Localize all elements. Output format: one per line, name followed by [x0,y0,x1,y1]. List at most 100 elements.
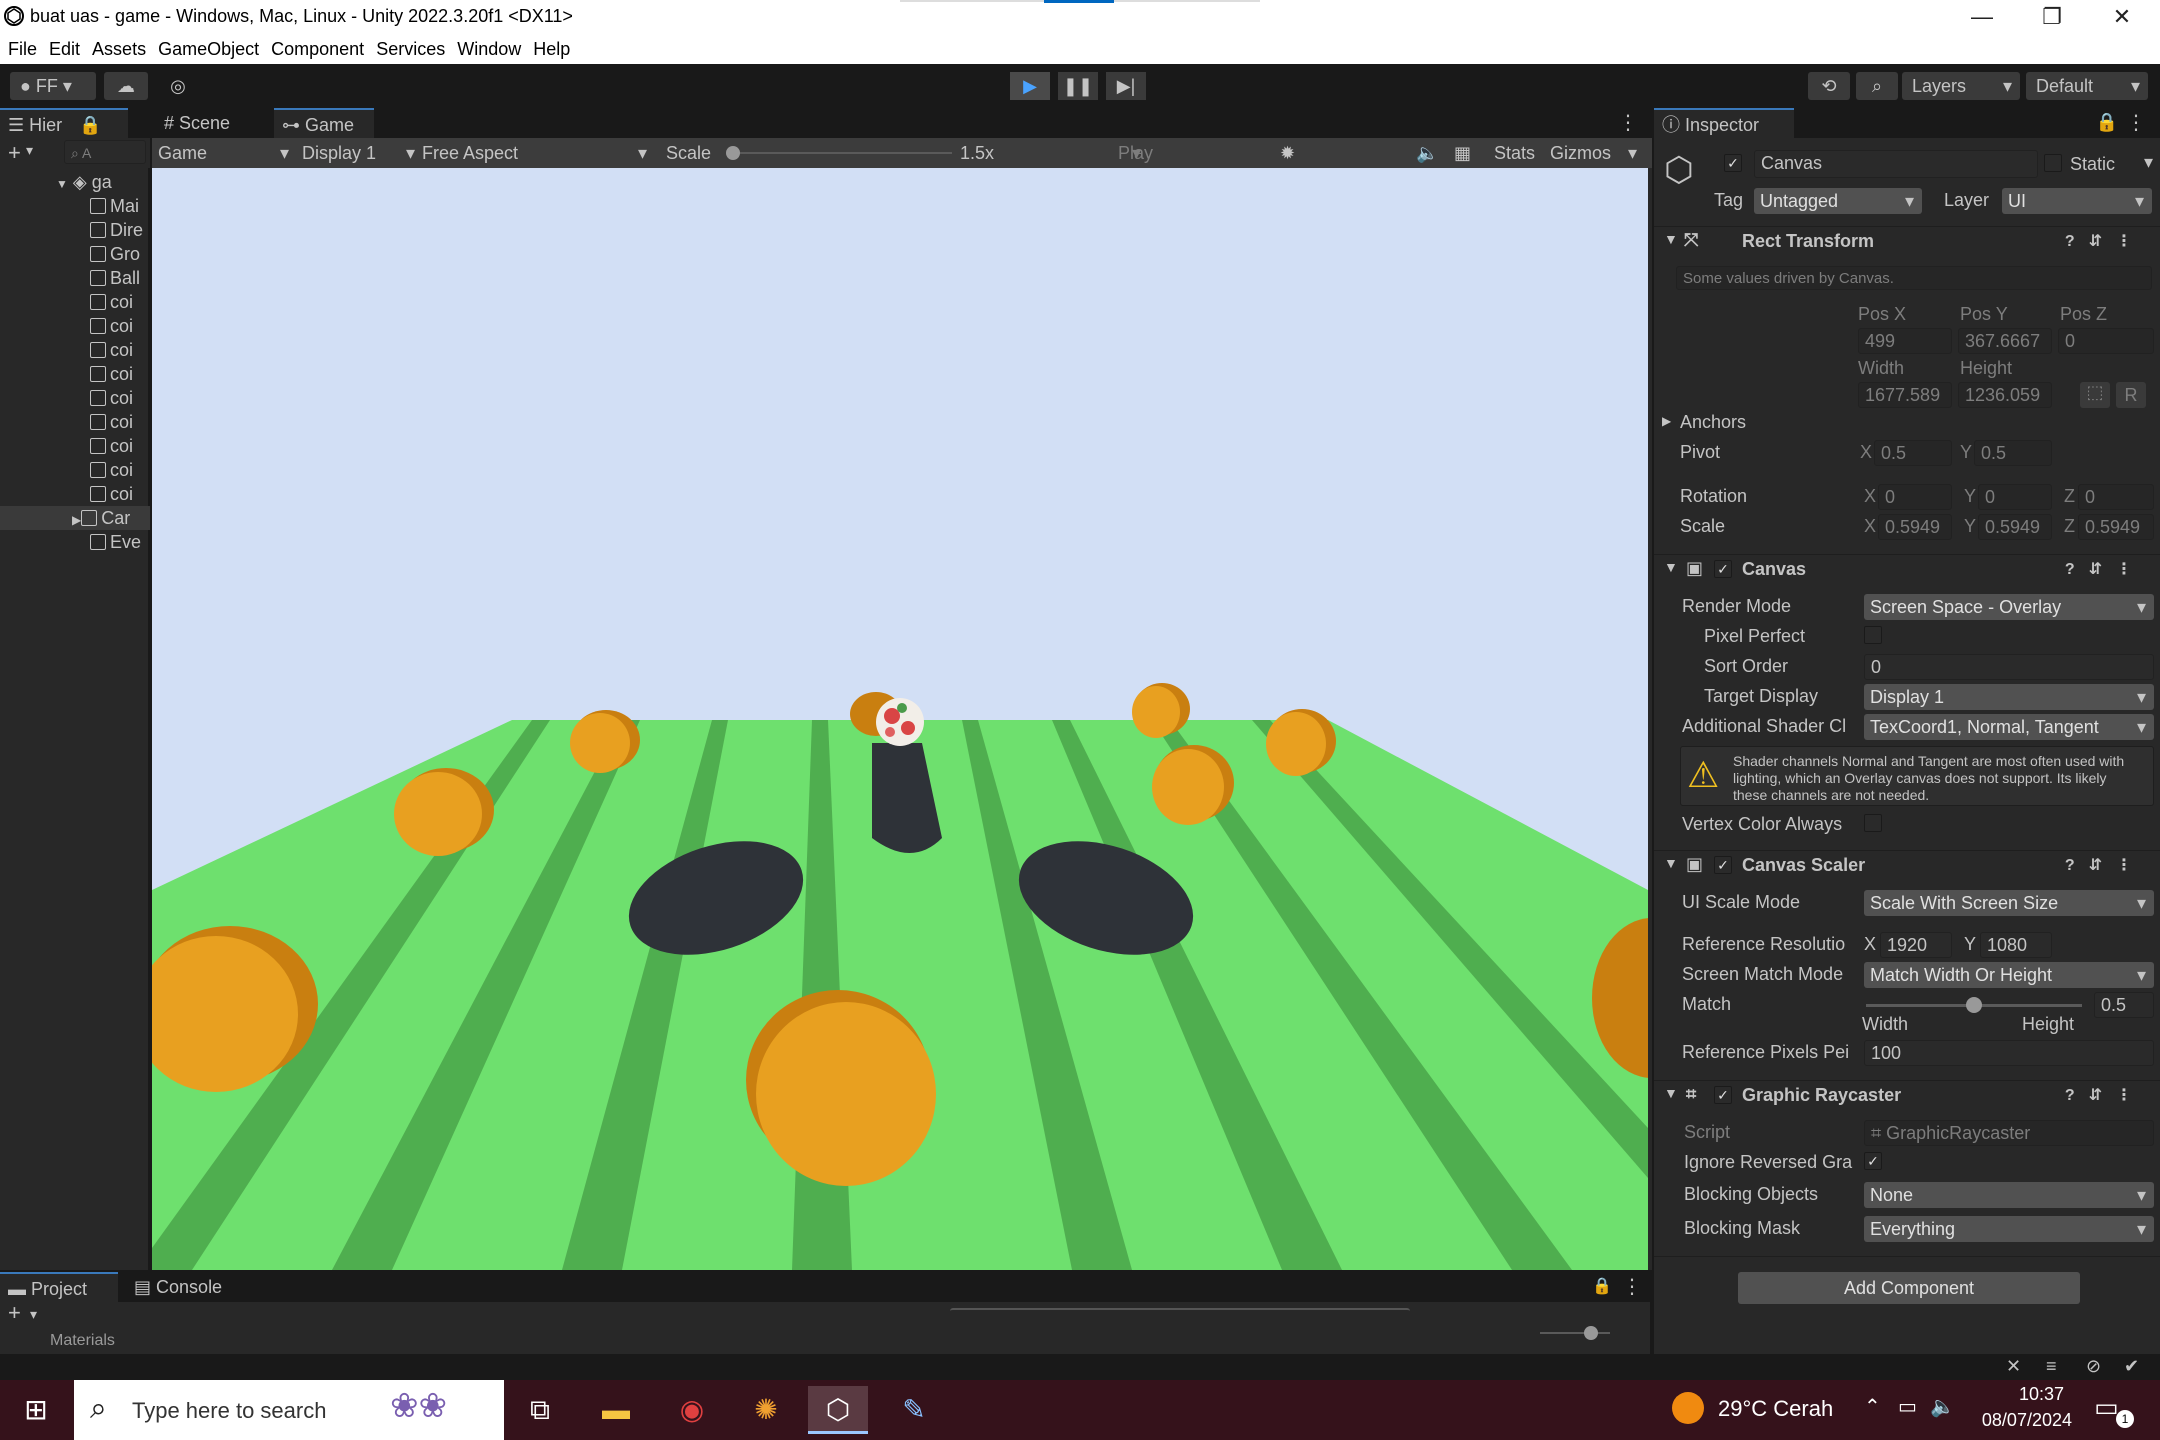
check-circle-icon[interactable]: ✔ [2124,1356,2139,1377]
lock-icon[interactable]: 🔒 [2096,112,2118,133]
step-button[interactable]: ▶| [1106,72,1146,100]
list-item[interactable]: Gro [90,244,150,265]
scale-slider-track[interactable] [732,152,952,154]
list-item[interactable]: coi [90,388,150,409]
kebab-menu-icon[interactable]: ⋮ [1618,110,1638,135]
reference-y-field[interactable]: 1080 [1980,932,2052,958]
network-icon[interactable]: ⊘ [2086,1356,2101,1377]
menu-file[interactable]: File [8,34,37,64]
list-item[interactable]: coi [90,484,150,505]
chevron-down-icon[interactable]: ▾ [1628,138,1637,168]
clock-time[interactable]: 10:37 [1964,1384,2064,1405]
layout-dropdown[interactable]: Default ▾ [2026,72,2148,100]
menu-gameobject[interactable]: GameObject [158,34,259,64]
collab-button[interactable]: ◎ [160,72,196,100]
reference-pixels-field[interactable]: 100 [1864,1040,2154,1066]
bug-icon[interactable]: ✹ [1280,138,1295,168]
minimize-button[interactable]: — [1950,0,2014,34]
audio-icon[interactable]: 🔈 [1416,138,1438,168]
kebab-menu-icon[interactable]: ⋮ [1622,1274,1642,1299]
vertex-color-checkbox[interactable] [1864,814,1882,832]
tab-hierarchy[interactable]: ☰ Hier 🔒 [0,108,128,138]
pos-x-field[interactable]: 499 [1858,328,1952,354]
canvas-enabled-checkbox[interactable]: ✓ [1714,560,1732,578]
paint-button[interactable]: ✎ [884,1386,944,1434]
notification-icon[interactable]: ▭ [2094,1392,2119,1423]
list-item[interactable]: Ball [90,268,150,289]
list-item[interactable]: coi [90,292,150,313]
height-field[interactable]: 1236.059 [1958,382,2052,408]
script-field[interactable]: ⌗ GraphicRaycaster [1864,1120,2154,1146]
game-viewport[interactable] [152,168,1648,1270]
ui-scale-mode-dropdown[interactable]: Scale With Screen Size [1864,890,2154,916]
list-item[interactable]: coi [90,460,150,481]
ignore-reversed-checkbox[interactable]: ✓ [1864,1152,1882,1170]
pos-z-field[interactable]: 0 [2058,328,2154,354]
play-button[interactable]: ▶ [1010,72,1050,100]
weather-text[interactable]: 29°C Cerah [1718,1396,1833,1422]
scale-slider-handle[interactable] [726,146,740,160]
add-button[interactable]: + [8,1300,21,1326]
project-search-input[interactable] [950,1308,1410,1314]
menu-component[interactable]: Component [271,34,364,64]
component-header-icons[interactable]: ?⇵⋮ [2065,855,2146,875]
component-header-icons[interactable]: ?⇵⋮ [2065,231,2146,251]
tab-console[interactable]: ▤ Console [126,1272,246,1302]
pixel-perfect-checkbox[interactable] [1864,626,1882,644]
list-item-selected[interactable]: ▶ Car [72,508,150,529]
scale-y-field[interactable]: 0.5949 [1978,514,2052,540]
component-header-icons[interactable]: ?⇵⋮ [2065,1085,2146,1105]
windows-start-button[interactable]: ⊞ [6,1386,66,1434]
icon-size-slider[interactable] [1540,1332,1610,1334]
anchors-foldout[interactable]: Anchors [1680,412,1746,433]
layer-dropdown[interactable]: UI [2002,188,2152,214]
scale-x-field[interactable]: 0.5949 [1878,514,1952,540]
list-item[interactable]: coi [90,364,150,385]
task-view-button[interactable]: ⧉ [510,1386,570,1434]
list-item[interactable]: coi [90,412,150,433]
volume-icon[interactable]: 🔈 [1930,1394,1955,1419]
sort-order-field[interactable]: 0 [1864,654,2154,680]
menu-assets[interactable]: Assets [92,34,146,64]
tab-game[interactable]: ⊶ Game [274,108,374,138]
raw-edit-button[interactable]: R [2116,382,2146,408]
render-mode-dropdown[interactable]: Screen Space - Overlay [1864,594,2154,620]
clock-date[interactable]: 08/07/2024 [1964,1410,2072,1431]
kebab-menu-icon[interactable]: ⋮ [2126,110,2146,135]
pivot-x-field[interactable]: 0.5 [1874,440,1952,466]
grid-icon[interactable]: ▦ [1454,138,1471,168]
chevron-up-icon[interactable]: ⌃ [1864,1394,1881,1419]
tag-dropdown[interactable]: Untagged [1754,188,1922,214]
active-checkbox[interactable]: ✓ [1724,154,1742,172]
pivot-y-field[interactable]: 0.5 [1974,440,2052,466]
raycaster-enabled-checkbox[interactable]: ✓ [1714,1086,1732,1104]
shader-channels-dropdown[interactable]: TexCoord1, Normal, Tangent [1864,714,2154,740]
lock-icon[interactable]: 🔒 [1592,1276,1612,1296]
rotation-x-field[interactable]: 0 [1878,484,1952,510]
foldout-arrow-icon[interactable]: ▶ [1662,414,1671,428]
menu-edit[interactable]: Edit [49,34,80,64]
add-button[interactable]: + [8,140,21,166]
layers-dropdown[interactable]: Layers ▾ [1902,72,2020,100]
file-explorer-button[interactable]: ▬ [586,1386,646,1434]
list-item[interactable]: coi [90,316,150,337]
screen-match-mode-dropdown[interactable]: Match Width Or Height [1864,962,2154,988]
taskbar-search-box[interactable]: ⌕ Type here to search ❀❀ [74,1380,504,1440]
chevron-down-icon[interactable]: ▾ [2144,152,2153,173]
rotation-z-field[interactable]: 0 [2078,484,2154,510]
pause-button[interactable]: ❚❚ [1058,72,1098,100]
stats-button[interactable]: Stats [1494,138,1535,168]
rotation-y-field[interactable]: 0 [1978,484,2052,510]
blocking-mask-dropdown[interactable]: Everything [1864,1216,2154,1242]
history-button[interactable]: ⟲ [1808,72,1850,100]
folder-materials[interactable]: Materials [50,1332,115,1346]
app-sun-button[interactable]: ✺ [736,1386,796,1434]
blocking-objects-dropdown[interactable]: None [1864,1182,2154,1208]
tab-project[interactable]: ▬ Project [0,1272,118,1302]
hierarchy-search-input[interactable]: ⌕ A [64,140,146,164]
canvas-scaler-header[interactable]: ▼ ▣ ✓ Canvas Scaler ?⇵⋮ [1654,850,2160,880]
scale-z-field[interactable]: 0.5949 [2078,514,2154,540]
battery-icon[interactable]: ▭ [1898,1394,1917,1419]
icon-size-slider-handle[interactable] [1584,1326,1598,1340]
menu-services[interactable]: Services [376,34,445,64]
